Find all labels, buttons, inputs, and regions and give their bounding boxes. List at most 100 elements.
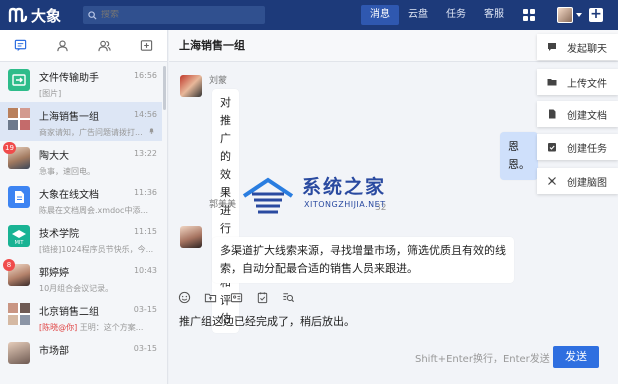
main-nav: 消息 云盘 任务 客服	[361, 0, 536, 30]
conversation-item[interactable]: 上海销售一组 商家请知，广告问题请拨打... 14:56	[0, 102, 162, 141]
mute-bell-icon	[149, 128, 154, 134]
tab-messages[interactable]: 消息	[361, 5, 400, 25]
academy-logo-icon: MIT	[12, 230, 26, 246]
conversation-list: 文件传输助手 [图片] 16:56 上海销售一组 商家请知，广告问题请拨打...…	[0, 63, 162, 375]
menu-item-create-doc[interactable]: 创建文档	[537, 101, 618, 127]
apps-grid-icon[interactable]	[523, 9, 536, 21]
group-avatar	[8, 108, 30, 130]
conversation-panel: 文件传输助手 [图片] 16:56 上海销售一组 商家请知，广告问题请拨打...…	[0, 30, 168, 384]
tab-customer-service[interactable]: 客服	[475, 5, 513, 25]
add-icon[interactable]: +	[589, 7, 603, 22]
conversation-scrollbar[interactable]	[163, 66, 166, 110]
user-avatar[interactable]	[557, 7, 573, 23]
group-icon	[98, 40, 111, 52]
conversation-item[interactable]: 文件传输助手 [图片] 16:56	[0, 63, 162, 102]
tab-groups[interactable]	[84, 30, 126, 62]
menu-item-label: 创建文档	[567, 110, 607, 122]
document-icon	[15, 191, 24, 203]
send-hint: Shift+Enter换行，Enter发送	[415, 354, 550, 365]
send-button[interactable]: 发送	[553, 346, 599, 368]
conversation-time: 11:15	[133, 227, 157, 236]
tab-tasks[interactable]: 任务	[437, 5, 475, 25]
sender-name: 刘蒙	[209, 76, 228, 86]
unread-badge: 8	[3, 259, 15, 271]
input-toolbar	[169, 286, 618, 308]
contact-icon	[57, 40, 68, 52]
tab-chats[interactable]	[0, 30, 42, 62]
conversation-time: 14:56	[133, 110, 157, 119]
conversation-preview: [链接]1024程序员节快乐，今...	[39, 245, 154, 254]
search-input[interactable]	[101, 10, 262, 20]
conversation-time: 03-15	[133, 344, 157, 353]
group-avatar	[8, 303, 30, 325]
menu-item-create-task[interactable]: 创建任务	[537, 134, 618, 160]
logo-mark-icon	[8, 7, 28, 23]
conversation-item[interactable]: MIT 技术学院 [链接]1024程序员节快乐，今... 11:15	[0, 219, 162, 258]
tab-contacts[interactable]	[42, 30, 84, 62]
chat-bubble-icon	[15, 39, 27, 52]
conversation-item[interactable]: 市场部 03-15	[0, 336, 162, 375]
folder-icon	[547, 79, 557, 86]
emoji-icon[interactable]	[178, 291, 191, 304]
doc-avatar	[8, 186, 30, 208]
tab-cloud-drive[interactable]: 云盘	[399, 5, 437, 25]
task-icon	[548, 143, 556, 152]
message-line: 索，自动分配最合适的销售人员来跟进。	[220, 262, 418, 275]
app-logo[interactable]: 大象	[8, 5, 61, 26]
conversation-time: 10:43	[133, 266, 157, 275]
menu-item-start-chat[interactable]: 发起聊天	[537, 34, 618, 60]
watermark-title: 系统之家	[302, 176, 387, 198]
conversation-item[interactable]: 大象在线文档 陈晨在文档周会.xmdoc中添... 11:36	[0, 180, 162, 219]
file-transfer-icon	[12, 74, 26, 86]
file-transfer-avatar	[8, 69, 30, 91]
sender-name: 郭美美	[209, 200, 237, 210]
mindmap-icon	[548, 177, 556, 185]
tab-new[interactable]	[125, 30, 167, 62]
app-name: 大象	[31, 6, 62, 25]
mit-avatar: MIT	[8, 225, 30, 247]
chevron-down-icon[interactable]	[576, 13, 582, 17]
menu-item-label: 发起聊天	[567, 43, 607, 55]
upload-folder-icon[interactable]	[204, 291, 217, 304]
conversation-preview: [陈晓@你] 王明：这个方案...	[39, 322, 159, 333]
unread-badge: 19	[3, 142, 16, 154]
conversation-item[interactable]: 8 郭婷婷 10月组合会议记录。 10:43	[0, 258, 162, 297]
watermark: 系统之家 XITONGZHIJIA.NET	[238, 172, 406, 218]
preview-text: 王明：这个方案...	[77, 323, 144, 332]
house-logo-icon	[242, 177, 294, 214]
menu-item-upload-file[interactable]: 上传文件	[537, 69, 618, 95]
message-line: 多渠道扩大线索来源，寻找增量市场，筛选优质且有效的线	[220, 244, 506, 257]
conversation-preview: [图片]	[39, 89, 62, 98]
mention-tag: [陈晓@你]	[39, 323, 78, 332]
message-bubble: 恩恩。	[500, 132, 538, 180]
sender-avatar[interactable]	[180, 75, 202, 97]
message-input[interactable]	[179, 314, 599, 327]
conversation-time: 13:22	[133, 149, 157, 158]
card-icon[interactable]	[230, 291, 243, 304]
top-bar: 大象 消息 云盘 任务 客服 +	[0, 0, 618, 30]
conversation-item[interactable]: 19 陶大大 急事，速回电。 13:22	[0, 141, 162, 180]
sender-avatar[interactable]	[180, 226, 202, 248]
conversation-time: 11:36	[133, 188, 157, 197]
menu-item-label: 创建任务	[567, 143, 607, 155]
quick-create-menu: 发起聊天 上传文件 创建文档 创建任务 创建脑图	[537, 34, 618, 194]
avatar: 19	[3, 142, 30, 169]
watermark-subtitle: XITONGZHIJIA.NET	[304, 200, 386, 209]
conversation-preview: 商家请知，广告问题请拨打...	[39, 128, 143, 137]
menu-item-create-mindmap[interactable]: 创建脑图	[537, 168, 618, 194]
message-bubble: 多渠道扩大线索来源，寻找增量市场，筛选优质且有效的线 索，自动分配最合适的销售人…	[212, 237, 514, 283]
search-icon	[88, 10, 97, 20]
search-history-icon[interactable]	[282, 291, 295, 304]
avatar	[8, 342, 30, 364]
menu-item-label: 创建脑图	[567, 177, 607, 189]
left-tabs	[0, 30, 167, 62]
task-icon[interactable]	[256, 291, 269, 304]
chat-icon	[548, 43, 556, 51]
conversation-item[interactable]: 北京销售二组 [陈晓@你] 王明：这个方案... 03-15	[0, 297, 162, 336]
svg-text:MIT: MIT	[15, 240, 25, 246]
new-chat-icon	[140, 40, 152, 51]
avatar: 8	[3, 259, 30, 286]
search-box[interactable]	[83, 6, 266, 24]
conversation-preview: 急事，速回电。	[39, 167, 95, 176]
conversation-preview: 陈晨在文档周会.xmdoc中添...	[39, 206, 149, 215]
